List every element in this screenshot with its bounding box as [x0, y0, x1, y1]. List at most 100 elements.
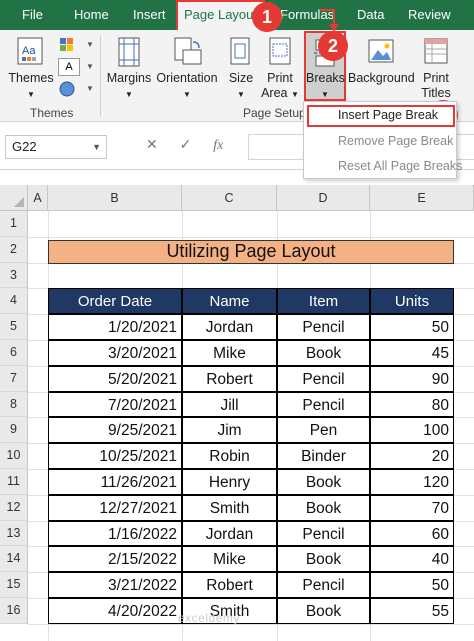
- table-cell[interactable]: Book: [277, 340, 370, 366]
- table-cell[interactable]: Pencil: [277, 572, 370, 598]
- table-cell[interactable]: 50: [370, 572, 454, 598]
- margins-button[interactable]: Margins ▼: [106, 36, 152, 102]
- table-cell[interactable]: Jim: [182, 417, 277, 444]
- tab-insert[interactable]: Insert: [133, 0, 166, 30]
- menu-item-insert-page-break[interactable]: Insert Page Break: [338, 108, 438, 122]
- table-cell[interactable]: 12/27/2021: [48, 494, 182, 521]
- row-header-7[interactable]: 7: [0, 365, 28, 392]
- margins-label: Margins: [106, 71, 152, 85]
- tab-file[interactable]: File: [22, 0, 43, 30]
- row-header-15[interactable]: 15: [0, 572, 28, 598]
- row-header-3[interactable]: 3: [0, 262, 28, 289]
- table-cell[interactable]: Jordan: [182, 520, 277, 547]
- print-titles-button[interactable]: Print Titles: [416, 36, 456, 101]
- row-header-16[interactable]: 16: [0, 598, 28, 624]
- row-header-4[interactable]: 4: [0, 288, 28, 315]
- table-cell[interactable]: 2/15/2022: [48, 546, 182, 573]
- tab-home[interactable]: Home: [74, 0, 109, 30]
- menu-item-reset-all-page-breaks[interactable]: Reset All Page Breaks: [338, 159, 462, 173]
- table-cell[interactable]: 9/25/2021: [48, 417, 182, 444]
- row-header-13[interactable]: 13: [0, 520, 28, 547]
- colors-icon: [60, 38, 73, 51]
- table-cell[interactable]: Pen: [277, 417, 370, 444]
- tab-review[interactable]: Review: [408, 0, 451, 30]
- row-header-5[interactable]: 5: [0, 314, 28, 340]
- row-header-12[interactable]: 12: [0, 494, 28, 521]
- table-cell[interactable]: Robin: [182, 443, 277, 469]
- row-header-14[interactable]: 14: [0, 546, 28, 573]
- row-header-11[interactable]: 11: [0, 469, 28, 495]
- table-cell[interactable]: Mike: [182, 546, 277, 573]
- menu-item-remove-page-break[interactable]: Remove Page Break: [338, 134, 453, 148]
- row-header-2[interactable]: 2: [0, 236, 28, 263]
- table-cell[interactable]: 3/20/2021: [48, 340, 182, 366]
- table-cell[interactable]: 1/20/2021: [48, 314, 182, 340]
- table-cell[interactable]: Jordan: [182, 314, 277, 340]
- table-cell[interactable]: Robert: [182, 572, 277, 598]
- table-cell[interactable]: 4/20/2022: [48, 598, 182, 624]
- fonts-button[interactable]: A: [58, 58, 80, 76]
- table-cell[interactable]: 11/26/2021: [48, 469, 182, 495]
- table-cell[interactable]: Binder: [277, 443, 370, 469]
- table-cell[interactable]: Mike: [182, 340, 277, 366]
- table-cell[interactable]: Pencil: [277, 314, 370, 340]
- table-cell[interactable]: 5/20/2021: [48, 365, 182, 392]
- themes-button[interactable]: Aa Themes ▼: [6, 36, 56, 102]
- table-cell[interactable]: Pencil: [277, 520, 370, 547]
- table-cell[interactable]: 55: [370, 598, 454, 624]
- effects-icon: [59, 81, 75, 97]
- name-box[interactable]: G22 ▼: [5, 135, 107, 159]
- row-header-10[interactable]: 10: [0, 443, 28, 469]
- column-header-a[interactable]: A: [28, 185, 48, 211]
- table-cell[interactable]: Book: [277, 494, 370, 521]
- table-cell[interactable]: 1/16/2022: [48, 520, 182, 547]
- table-cell[interactable]: Jill: [182, 391, 277, 418]
- table-cell[interactable]: 80: [370, 391, 454, 418]
- table-cell[interactable]: 20: [370, 443, 454, 469]
- table-cell[interactable]: Smith: [182, 494, 277, 521]
- column-header-d[interactable]: D: [277, 185, 370, 211]
- cancel-icon[interactable]: ✕: [146, 136, 158, 152]
- table-cell[interactable]: Henry: [182, 469, 277, 495]
- table-cell[interactable]: 100: [370, 417, 454, 444]
- table-cell[interactable]: 70: [370, 494, 454, 521]
- table-header-cell[interactable]: Name: [182, 288, 277, 315]
- table-cell[interactable]: Book: [277, 546, 370, 573]
- orientation-button[interactable]: Orientation ▼: [154, 36, 220, 102]
- table-cell[interactable]: 3/21/2022: [48, 572, 182, 598]
- table-cell[interactable]: 40: [370, 546, 454, 573]
- table-header-cell[interactable]: Item: [277, 288, 370, 315]
- table-cell[interactable]: 60: [370, 520, 454, 547]
- row-header-8[interactable]: 8: [0, 391, 28, 418]
- table-cell[interactable]: 90: [370, 365, 454, 392]
- column-header-e[interactable]: E: [370, 185, 474, 211]
- table-header-cell[interactable]: Units: [370, 288, 454, 315]
- enter-icon[interactable]: ✓: [180, 136, 192, 152]
- select-all-corner[interactable]: [0, 185, 28, 211]
- effects-button[interactable]: [58, 80, 80, 98]
- table-cell[interactable]: Pencil: [277, 391, 370, 418]
- table-cell[interactable]: 7/20/2021: [48, 391, 182, 418]
- table-cell[interactable]: Book: [277, 469, 370, 495]
- background-button[interactable]: Background: [348, 36, 415, 86]
- row-header-9[interactable]: 9: [0, 417, 28, 444]
- table-cell[interactable]: Pencil: [277, 365, 370, 392]
- table-cell[interactable]: 45: [370, 340, 454, 366]
- table-cell[interactable]: Book: [277, 598, 370, 624]
- tab-data[interactable]: Data: [357, 0, 384, 30]
- print-area-button[interactable]: Print Area ▼: [260, 36, 300, 102]
- insert-function-icon[interactable]: fx: [213, 138, 223, 153]
- table-cell[interactable]: Robert: [182, 365, 277, 392]
- size-button[interactable]: Size ▼: [224, 36, 258, 102]
- sheet-title-cell[interactable]: Utilizing Page Layout: [48, 239, 454, 264]
- column-header-b[interactable]: B: [48, 185, 182, 211]
- colors-button[interactable]: [58, 36, 82, 54]
- row-header-1[interactable]: 1: [0, 211, 28, 237]
- row-header-6[interactable]: 6: [0, 340, 28, 366]
- table-cell[interactable]: 50: [370, 314, 454, 340]
- column-header-c[interactable]: C: [182, 185, 277, 211]
- table-header-cell[interactable]: Order Date: [48, 288, 182, 315]
- table-cell[interactable]: 10/25/2021: [48, 443, 182, 469]
- table-cell[interactable]: 120: [370, 469, 454, 495]
- chevron-down-icon[interactable]: ▼: [92, 136, 101, 158]
